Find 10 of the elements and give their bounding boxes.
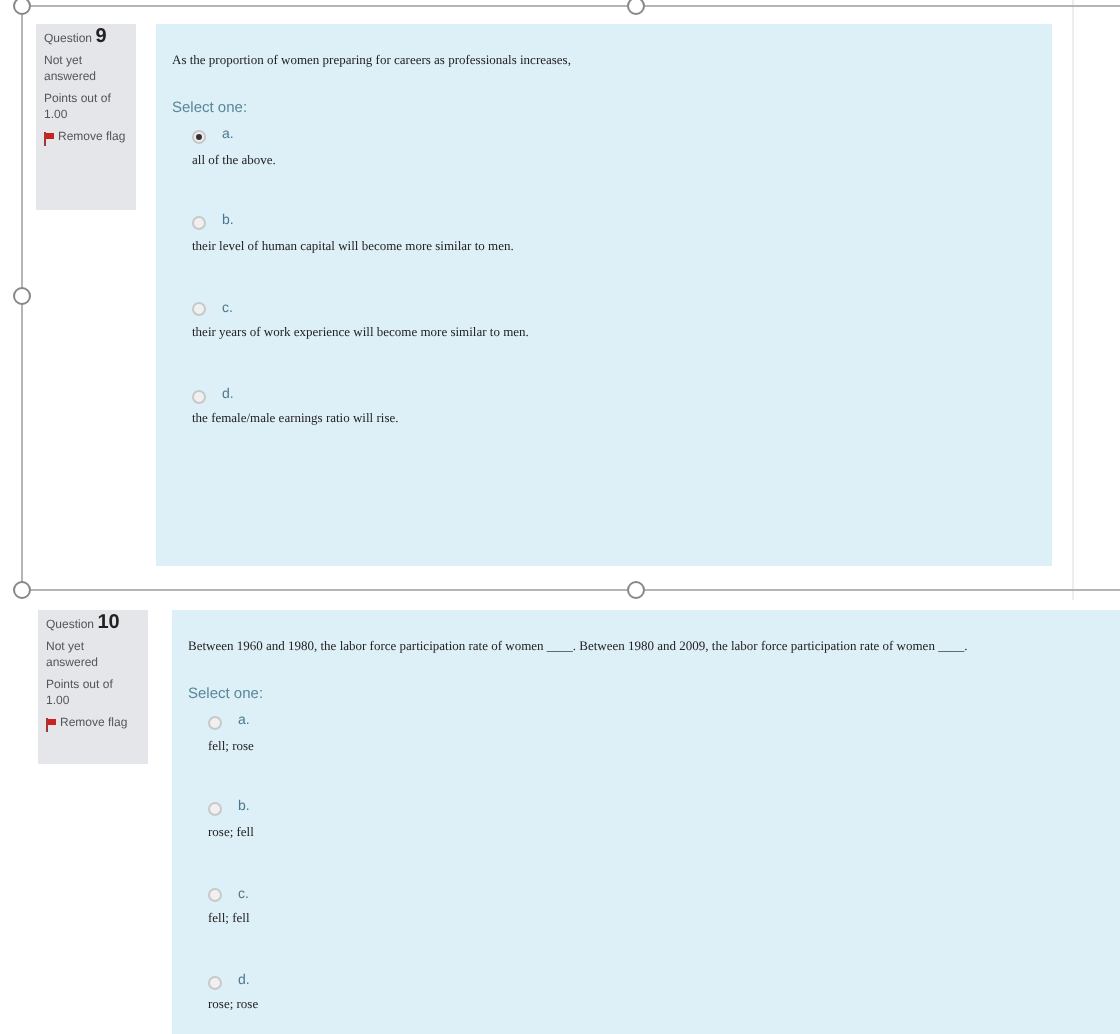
radio-button[interactable] <box>208 715 222 730</box>
radio-button[interactable] <box>208 975 222 989</box>
radio-button[interactable] <box>192 389 206 403</box>
radio-button[interactable] <box>208 888 222 903</box>
radio-button[interactable] <box>192 216 206 230</box>
flag-icon <box>46 717 56 731</box>
radio-button[interactable] <box>192 129 206 144</box>
radio-button[interactable] <box>192 302 206 317</box>
radio-button[interactable] <box>208 802 222 816</box>
flag-icon <box>44 131 54 145</box>
